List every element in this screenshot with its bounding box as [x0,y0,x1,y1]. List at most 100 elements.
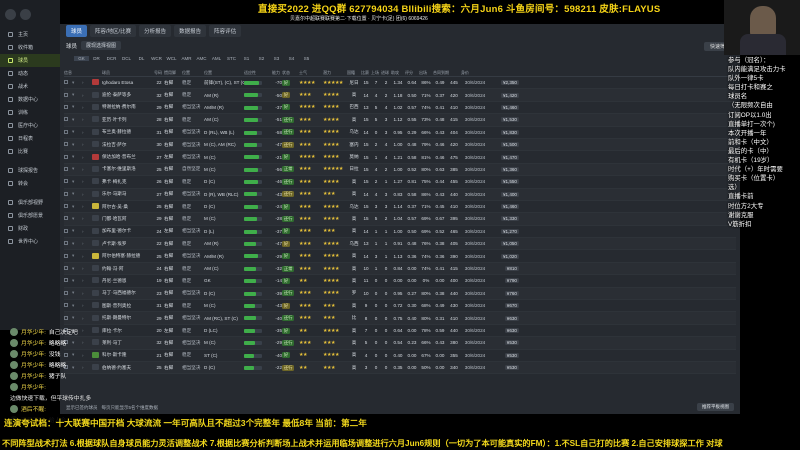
position-filter-button[interactable]: GK [74,56,89,61]
sidebar-item[interactable]: 俱乐部愿景 [0,209,60,222]
row-menu-icon[interactable]: ▾ [72,253,82,259]
back-icon[interactable] [5,8,16,20]
chevron-icon[interactable]: › [82,204,92,209]
column-header[interactable]: 评分 [405,70,419,76]
main-tab[interactable]: 阵容评估 [209,25,242,37]
table-row[interactable]: ▾ › 保达加哈·普布兰 27 左脚 相当坚决 M (C) -21 好 ★★★★ ★★★★ 莫纳 15 1… [64,151,736,164]
chevron-icon[interactable]: › [82,192,92,197]
column-header[interactable]: 进球 [381,70,391,76]
position-filter-button[interactable]: S2 [254,56,269,61]
forward-icon[interactable] [20,8,31,20]
player-name[interactable]: 加布里·德尔卡 [102,228,154,234]
row-checkbox[interactable] [64,191,72,197]
player-name[interactable]: 卡塞尔·维里斯洛 [102,166,154,172]
player-name[interactable]: 丹尼·兰德恩 [102,278,154,284]
row-menu-icon[interactable]: ▾ [72,228,82,234]
row-menu-icon[interactable]: ▾ [72,117,82,123]
column-header[interactable]: 上场 [371,70,381,76]
main-tab[interactable]: 阵容/地区/比赛 [90,25,137,37]
sidebar-item[interactable]: 收件箱 [0,41,60,54]
player-name[interactable]: 阿尔伯特塞·赫拉德 [102,253,154,259]
player-name[interactable]: 保达加哈·普布兰 [102,154,154,160]
row-menu-icon[interactable]: ▾ [72,104,82,110]
chevron-icon[interactable]: › [82,80,92,85]
player-name[interactable]: 图斯·普列奥拉 [102,303,154,309]
column-header[interactable]: 士气 [299,70,323,76]
sidebar-item[interactable]: 世界中心 [0,235,60,248]
main-tab[interactable]: 分析报告 [139,25,172,37]
row-menu-icon[interactable]: ▾ [72,315,82,321]
sidebar-item[interactable]: 医疗中心 [0,119,60,132]
column-header[interactable]: 能力 [272,70,282,76]
position-filter-button[interactable]: S3 [269,56,284,61]
row-menu-icon[interactable]: ▾ [72,303,82,309]
chevron-icon[interactable]: › [82,316,92,321]
player-name[interactable]: Ighodaro Etosa [102,80,154,85]
player-name[interactable]: 门都·哈瓦阿 [102,216,154,222]
player-name[interactable]: 乐尔·马斯马 [102,191,154,197]
row-checkbox[interactable] [64,204,72,209]
player-name[interactable]: 托斯·朗曼特尔 [102,315,154,321]
column-header[interactable]: 潜力 [323,70,347,76]
position-filter-button[interactable]: S1 [239,56,254,61]
table-row[interactable]: ▾ › 布兰奥·赫拉德 31 右脚 相当坚决 D (RL), WB (L) -58 还行 ★★★ ★… [64,127,736,139]
row-menu-icon[interactable]: ▾ [72,290,82,296]
row-checkbox[interactable] [64,166,72,172]
chevron-icon[interactable]: › [82,117,92,122]
row-menu-icon[interactable]: ▾ [72,204,82,210]
column-header[interactable]: 适应性 [244,70,272,76]
sidebar-item[interactable]: 财政 [0,222,60,235]
column-header[interactable]: 位置 [204,70,244,76]
table-row[interactable]: ▾ › 马丁·马西福德尔 23 右脚 相当坚决 D (C) -39 还行 ★★★ ★★★★ 罗 10 0 0… [64,287,736,301]
position-filter-button[interactable]: DL [134,56,149,61]
table-row[interactable]: ▾ › 卡塞尔·维里斯洛 25 右脚 自然坚定 M (C) -56 正常 ★★★ ★★★★★ 日拉 15… [64,163,736,177]
chevron-icon[interactable]: › [82,155,92,160]
row-checkbox[interactable] [64,129,72,135]
column-header[interactable]: 惯用脚 [164,70,182,76]
row-menu-icon[interactable]: ▾ [72,179,82,185]
row-menu-icon[interactable]: ▾ [72,216,82,222]
chevron-icon[interactable]: › [82,229,92,234]
player-name[interactable]: 布兰奥·赫拉德 [102,129,154,135]
table-row[interactable]: ▾ › 亚历·叶卡列 28 右脚 稳定 AM (C) -51 还行 ★★★ ★★★★ 高 15 5 3 1.1… [64,114,736,127]
sidebar-item[interactable]: 球员 [0,54,60,67]
position-filter-button[interactable]: DCL [119,56,134,61]
column-header[interactable]: 助攻 [391,70,405,76]
row-menu-icon[interactable]: ▾ [72,142,82,148]
table-row[interactable]: ▾ › Ighodaro Etosa 22 右脚 稳定 前锋(ST), (C), ST (C… [64,77,736,90]
row-menu-icon[interactable]: ▾ [72,129,82,135]
row-checkbox[interactable] [64,266,72,271]
row-checkbox[interactable] [64,104,72,110]
position-filter-button[interactable]: WCR [149,56,164,61]
player-name[interactable]: 弗卡·梅扎克 [102,179,154,185]
sidebar-item[interactable]: 数据中心 [0,93,60,106]
position-filter-button[interactable]: STC [224,56,239,61]
row-checkbox[interactable] [64,179,72,184]
row-menu-icon[interactable]: ▾ [72,191,82,197]
view-select-chip[interactable]: 展现选择视图 [81,41,122,50]
table-row[interactable]: ▾ › 迪伦·泰萨等多 32 右脚 稳定 AM (R) -50 好 ★★★ ★★★★ 高 14 4 2 1.1… [64,89,736,102]
position-filter-button[interactable]: S5 [299,56,314,61]
sidebar-item[interactable]: 球探报告 [0,164,60,177]
row-checkbox[interactable] [64,303,72,308]
row-checkbox[interactable] [64,278,72,283]
column-header[interactable]: 国籍 [347,70,361,76]
row-menu-icon[interactable]: ▾ [72,92,82,98]
table-row[interactable]: ▾ › 丹尼·兰德恩 19 右脚 稳定 GK -14 好 ★★ ★★★★ 高 11 0 0 0.00 0.00 0… [64,275,736,288]
player-name[interactable]: 约翰·冯·阿 [102,266,154,272]
table-row[interactable]: ▾ › 托斯·朗曼特尔 29 右脚 相当坚决 AM (RC), ST (C) -40 还行 ★★★… [64,312,736,325]
row-checkbox[interactable] [64,241,72,246]
player-name[interactable]: 亚历·叶卡列 [102,117,154,123]
sidebar-item[interactable]: 主页 [0,28,60,41]
row-menu-icon[interactable]: ▾ [72,278,82,284]
player-name[interactable]: 迪伦·泰萨等多 [102,92,154,98]
row-menu-icon[interactable]: ▾ [72,166,82,172]
chevron-icon[interactable]: › [82,167,92,172]
row-checkbox[interactable] [64,92,72,98]
table-row[interactable]: ▾ › 阿尔古·吴·桑 25 右脚 稳定 D (C) -24 好 ★★★ ★★★★ 乌达 15 3 3 1.1… [64,201,736,214]
column-header[interactable]: 信息 [64,70,102,76]
column-header[interactable]: 合同到期 [433,70,461,76]
chevron-icon[interactable]: › [82,93,92,98]
sidebar-item[interactable]: 动态 [0,67,60,80]
chevron-icon[interactable]: › [82,241,92,246]
